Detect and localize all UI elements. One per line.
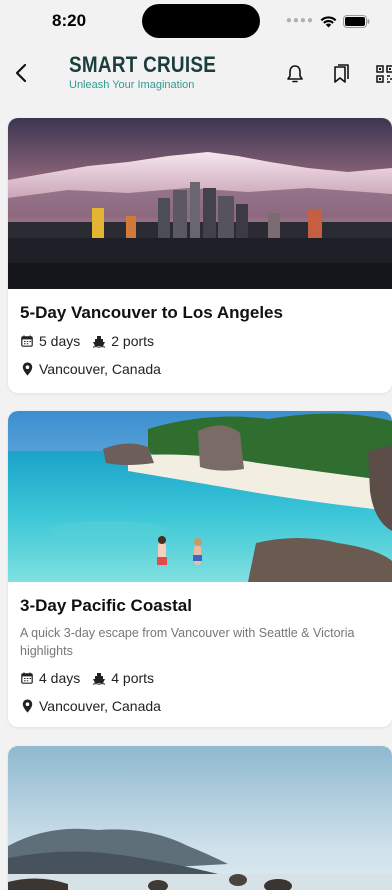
cruise-location: Vancouver, Canada — [39, 698, 161, 714]
status-icons: ●●●● — [286, 13, 370, 29]
cruise-image-los-angeles — [8, 118, 392, 289]
saved-button[interactable] — [330, 63, 352, 85]
cruise-card[interactable]: 5-Day Vancouver to Los Angeles 5 days 2 … — [8, 118, 392, 393]
cruise-card[interactable]: 3-Day Pacific Coastal A quick 3-day esca… — [8, 411, 392, 727]
cruise-location: Vancouver, Canada — [39, 361, 161, 377]
brand-logo: SMART CRUISE Unleash Your Imagination — [69, 52, 240, 92]
ship-icon — [92, 671, 106, 685]
chevron-left-icon — [15, 63, 27, 83]
calendar-icon — [20, 334, 34, 348]
cruise-image-coast — [8, 746, 392, 890]
cruise-meta: 5 days 2 ports — [20, 332, 380, 350]
location-pin-icon — [20, 699, 34, 713]
cruise-title: 3-Day Pacific Coastal — [20, 596, 192, 615]
battery-icon — [343, 14, 370, 28]
app-header: SMART CRUISE Unleash Your Imagination — [0, 44, 392, 106]
location-pin-icon — [20, 362, 34, 376]
notifications-button[interactable] — [284, 63, 306, 85]
cruise-location-row: Vancouver, Canada — [20, 697, 380, 715]
back-button[interactable] — [8, 60, 34, 86]
bookmark-icon — [334, 64, 349, 83]
cruise-card[interactable] — [8, 746, 392, 890]
cruise-location-row: Vancouver, Canada — [20, 360, 380, 378]
status-bar: 8:20 ●●●● — [0, 0, 392, 44]
signal-icon: ●●●● — [285, 15, 314, 26]
bell-icon — [287, 65, 303, 83]
cruise-ports: 2 ports — [111, 333, 155, 349]
status-time: 8:20 — [52, 11, 87, 30]
qr-code-icon — [376, 65, 392, 83]
cruise-description: A quick 3-day escape from Vancouver with… — [20, 626, 355, 658]
calendar-icon — [20, 671, 34, 685]
cruise-days: 5 days — [39, 333, 81, 349]
ship-icon — [92, 334, 106, 348]
cruise-days: 4 days — [39, 670, 81, 686]
brand-title: SMART CRUISE — [69, 52, 217, 77]
wifi-icon — [320, 15, 337, 27]
brand-tagline: Unleash Your Imagination — [69, 79, 195, 91]
cruise-meta: 4 days 4 ports — [20, 669, 380, 687]
cruise-image-beach — [8, 411, 392, 582]
qr-scan-button[interactable] — [374, 63, 392, 85]
cruise-title: 5-Day Vancouver to Los Angeles — [20, 303, 283, 322]
cruise-ports: 4 ports — [111, 670, 155, 686]
dynamic-island — [142, 4, 260, 38]
